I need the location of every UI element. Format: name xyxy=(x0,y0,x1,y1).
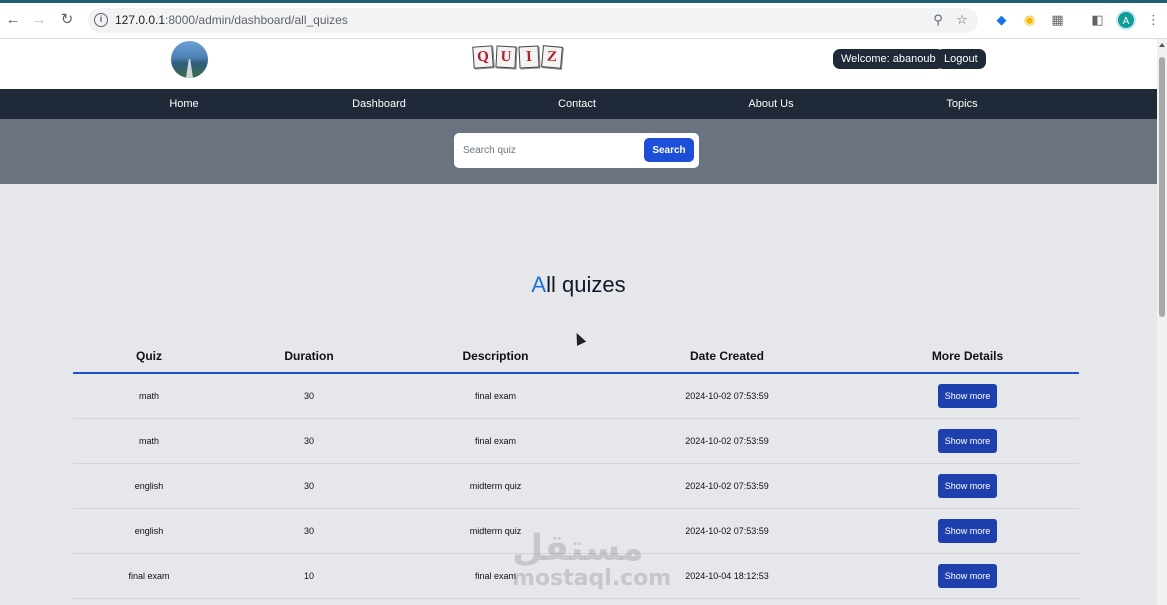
table-row: final exam 10 final exam 2024-10-04 18:1… xyxy=(73,553,1079,599)
scrollbar-thumb[interactable] xyxy=(1159,57,1165,317)
cell-action: Show more xyxy=(856,418,1079,464)
page-title-accent: A xyxy=(531,272,547,297)
site-info-icon[interactable]: i xyxy=(94,13,108,27)
url-host: 127.0.0.1 xyxy=(115,13,166,27)
nav-home[interactable]: Home xyxy=(169,89,198,119)
address-url[interactable]: 127.0.0.1:8000/admin/dashboard/all_quize… xyxy=(115,13,348,27)
show-more-button[interactable]: Show more xyxy=(938,428,997,453)
quiz-logo-tile-q: Q xyxy=(472,45,494,69)
back-arrow-icon[interactable]: ← xyxy=(3,10,23,30)
welcome-badge: Welcome: abanoub xyxy=(833,49,944,69)
nav-topics[interactable]: Topics xyxy=(946,89,977,119)
table-row: english 30 midterm quiz 2024-10-02 07:53… xyxy=(73,463,1079,509)
show-more-button[interactable]: Show more xyxy=(938,473,997,498)
cell-action: Show more xyxy=(856,553,1079,599)
page-scrollbar[interactable] xyxy=(1157,39,1167,605)
profile-avatar[interactable]: A xyxy=(1116,10,1136,30)
header-date-created: Date Created xyxy=(598,340,856,374)
logo-road-shape xyxy=(186,59,193,78)
search-section: Search xyxy=(0,119,1157,184)
nav-about-us[interactable]: About Us xyxy=(748,89,793,119)
zoom-icon[interactable]: ⚲ xyxy=(930,12,946,28)
quiz-logo-tile-i: I xyxy=(518,45,540,69)
cell-quiz: english xyxy=(73,508,225,554)
nav-dashboard[interactable]: Dashboard xyxy=(352,89,406,119)
scroll-up-arrow-icon[interactable] xyxy=(1159,43,1165,47)
logout-button[interactable]: Logout xyxy=(936,49,986,69)
table-row: english 30 midterm quiz 2024-10-02 07:53… xyxy=(73,508,1079,554)
table-row: math 30 final exam 2024-10-02 07:53:59 S… xyxy=(73,373,1079,419)
cell-action: Show more xyxy=(856,373,1079,419)
cell-description: midterm quiz xyxy=(393,463,598,509)
address-bar[interactable]: i 127.0.0.1:8000/admin/dashboard/all_qui… xyxy=(88,8,978,33)
cell-action: Show more xyxy=(856,463,1079,509)
header-more-details: More Details xyxy=(856,340,1079,374)
reload-icon[interactable]: ↻ xyxy=(57,10,77,30)
search-form: Search xyxy=(454,133,699,168)
cell-description: final exam xyxy=(393,418,598,464)
table-row: math 30 final exam 2024-10-02 07:53:59 S… xyxy=(73,418,1079,464)
cell-duration: 30 xyxy=(225,463,393,509)
main-navbar: Home Dashboard Contact About Us Topics xyxy=(0,89,1157,119)
quiz-logo-tile-z: Z xyxy=(541,45,563,69)
cell-description: final exam xyxy=(393,373,598,419)
extension-diamond-icon[interactable]: ◆ xyxy=(993,11,1010,28)
browser-toolbar: ← → ↻ i 127.0.0.1:8000/admin/dashboard/a… xyxy=(0,0,1167,39)
cell-description: final exam xyxy=(393,553,598,599)
cell-date: 2024-10-02 07:53:59 xyxy=(598,373,856,419)
side-panel-icon[interactable]: ◧ xyxy=(1089,11,1106,28)
browser-tab-strip-edge xyxy=(0,0,1167,3)
cell-quiz: math xyxy=(73,373,225,419)
cell-action: Show more xyxy=(856,508,1079,554)
page-title: All quizes xyxy=(0,272,1157,298)
forward-arrow-icon[interactable]: → xyxy=(29,10,49,30)
quiz-logo-tile-u: U xyxy=(495,45,517,69)
search-button[interactable]: Search xyxy=(644,138,694,162)
cell-date: 2024-10-02 07:53:59 xyxy=(598,508,856,554)
cell-quiz: english xyxy=(73,463,225,509)
nav-contact[interactable]: Contact xyxy=(558,89,596,119)
header-description: Description xyxy=(393,340,598,374)
show-more-button[interactable]: Show more xyxy=(938,383,997,408)
cell-quiz: final exam xyxy=(73,553,225,599)
extensions-puzzle-icon[interactable]: ▦ xyxy=(1049,11,1066,28)
search-input[interactable] xyxy=(460,137,640,164)
cell-date: 2024-10-02 07:53:59 xyxy=(598,418,856,464)
site-logo-image[interactable] xyxy=(171,41,208,78)
url-path: :8000/admin/dashboard/all_quizes xyxy=(165,13,348,27)
quiz-logo[interactable]: Q U I Z xyxy=(472,43,564,73)
browser-menu-icon[interactable]: ⋮ xyxy=(1145,11,1162,28)
cell-duration: 30 xyxy=(225,418,393,464)
header-duration: Duration xyxy=(225,340,393,374)
show-more-button[interactable]: Show more xyxy=(938,518,997,543)
page-title-rest: ll quizes xyxy=(546,272,626,297)
cell-date: 2024-10-04 18:12:53 xyxy=(598,553,856,599)
cell-date: 2024-10-02 07:53:59 xyxy=(598,463,856,509)
quizzes-table: Quiz Duration Description Date Created M… xyxy=(73,340,1079,599)
cell-quiz: math xyxy=(73,418,225,464)
site-header: Q U I Z Welcome: abanoub Logout xyxy=(0,39,1157,90)
cell-description: midterm quiz xyxy=(393,508,598,554)
cell-duration: 30 xyxy=(225,508,393,554)
cell-duration: 30 xyxy=(225,373,393,419)
cell-duration: 10 xyxy=(225,553,393,599)
extension-color-icon[interactable]: ◉ xyxy=(1021,11,1038,28)
bookmark-star-icon[interactable]: ☆ xyxy=(954,12,970,28)
show-more-button[interactable]: Show more xyxy=(938,563,997,588)
header-quiz: Quiz xyxy=(73,340,225,374)
